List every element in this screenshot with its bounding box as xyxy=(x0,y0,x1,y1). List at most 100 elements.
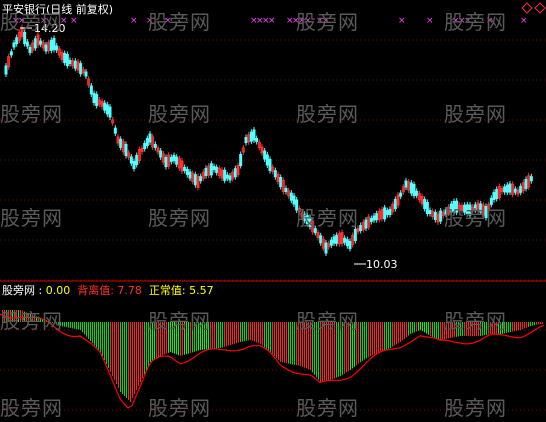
candle-body xyxy=(25,41,29,47)
watermark-text: 股旁网 xyxy=(296,10,359,34)
indicator-bar xyxy=(224,322,225,347)
signal-marker: × xyxy=(398,16,406,26)
indicator-bar xyxy=(212,322,213,349)
candle-body xyxy=(135,155,139,165)
indicator-bar xyxy=(90,322,91,341)
indicator-bar xyxy=(434,322,435,338)
indicator-bar xyxy=(282,322,283,363)
candle-body xyxy=(252,129,256,141)
indicator-bar xyxy=(220,322,221,348)
indicator-bar xyxy=(286,322,287,364)
indicator-bar xyxy=(74,322,75,329)
watermark-text: 股旁网 xyxy=(296,309,359,333)
indicator-bar xyxy=(424,322,425,333)
indicator-bar xyxy=(112,322,113,376)
indicator-bar xyxy=(88,322,89,339)
candle-body xyxy=(359,225,363,231)
normal-label: 正常值 xyxy=(148,284,182,297)
indicator-bar xyxy=(530,322,531,326)
indicator-bar xyxy=(524,322,525,329)
indicator-bar xyxy=(392,322,393,347)
indicator-bar xyxy=(246,322,247,341)
candle-body xyxy=(28,47,32,53)
indicator-bar xyxy=(292,322,293,365)
candle-body xyxy=(249,131,253,142)
candle-body xyxy=(209,163,213,176)
indicator-bar xyxy=(386,322,387,350)
candle-body xyxy=(52,38,56,50)
indicator-bar xyxy=(234,322,235,344)
candle-body xyxy=(335,234,339,244)
signal-marker: × xyxy=(520,16,528,26)
indicator-bar xyxy=(232,322,233,345)
indicator-bar xyxy=(266,322,267,349)
candle-body xyxy=(92,93,96,103)
watermark-text: 股旁网 xyxy=(444,102,507,126)
candle-body xyxy=(265,154,269,166)
indicator-bar xyxy=(384,322,385,351)
indicator-bar xyxy=(514,322,515,332)
indicator-bar xyxy=(516,322,517,331)
candle-body xyxy=(103,102,107,111)
indicator-bar xyxy=(526,322,527,328)
indicator-bar xyxy=(248,322,249,341)
indicator-bar xyxy=(236,322,237,344)
candle-body xyxy=(439,210,443,222)
indicator-bar xyxy=(422,322,423,332)
candle-body xyxy=(263,150,267,160)
candle-body xyxy=(423,199,427,209)
watermark-text: 股旁网 xyxy=(296,102,359,126)
candle-body xyxy=(412,184,416,196)
candle-body xyxy=(65,54,69,66)
indicator-bar xyxy=(518,322,519,331)
watermark-text: 股旁网 xyxy=(296,206,359,230)
indicator-bar xyxy=(118,322,119,388)
watermark-text: 股旁网 xyxy=(148,102,211,126)
watermark-text: 股旁网 xyxy=(444,206,507,230)
indicator-bar xyxy=(244,322,245,342)
indicator-bar xyxy=(382,322,383,352)
watermark-text: 股旁网 xyxy=(296,396,359,420)
indicator-bar xyxy=(216,322,217,349)
indicator-bar xyxy=(372,322,373,356)
candle-body xyxy=(353,229,357,241)
indicator-bar xyxy=(146,322,147,370)
indicator-bar xyxy=(412,322,413,334)
indicator-bar xyxy=(142,322,143,378)
candle-body xyxy=(185,169,189,175)
indicator-bar xyxy=(294,322,295,365)
signal-marker: × xyxy=(268,16,276,26)
candle-body xyxy=(425,202,429,214)
candle-body xyxy=(524,179,528,189)
candle-body xyxy=(332,236,336,244)
indicator-bar xyxy=(538,322,539,325)
candle-body xyxy=(244,137,248,143)
indicator-bar xyxy=(430,322,431,336)
indicator-bar xyxy=(94,322,95,346)
signal-marker: × xyxy=(130,16,138,26)
watermark-text: 股旁网 xyxy=(148,206,211,230)
indicator-bar xyxy=(408,322,409,336)
divergence-value: 7.78 xyxy=(117,284,142,297)
candle-body xyxy=(284,188,288,192)
candle-body xyxy=(129,156,133,164)
indicator-bar xyxy=(80,322,81,330)
candle-body xyxy=(212,166,216,170)
candle-body xyxy=(204,168,208,176)
indicator-bar xyxy=(108,322,109,368)
indicator-bar xyxy=(128,322,129,400)
watermark-text: 股旁网 xyxy=(148,396,211,420)
indicator-bar xyxy=(66,322,67,328)
candle-body xyxy=(255,138,259,142)
indicator-bar xyxy=(134,322,135,394)
candle-body xyxy=(33,38,37,49)
indicator-bar xyxy=(100,322,101,352)
candle-body xyxy=(492,192,496,200)
low-price-label: 10.03 xyxy=(366,258,398,271)
indicator-bar xyxy=(240,322,241,342)
candle-body xyxy=(513,188,517,193)
indicator-bar xyxy=(96,322,97,348)
indicator-bar xyxy=(364,322,365,360)
indicator-bar xyxy=(418,322,419,331)
indicator-bar xyxy=(140,322,141,382)
